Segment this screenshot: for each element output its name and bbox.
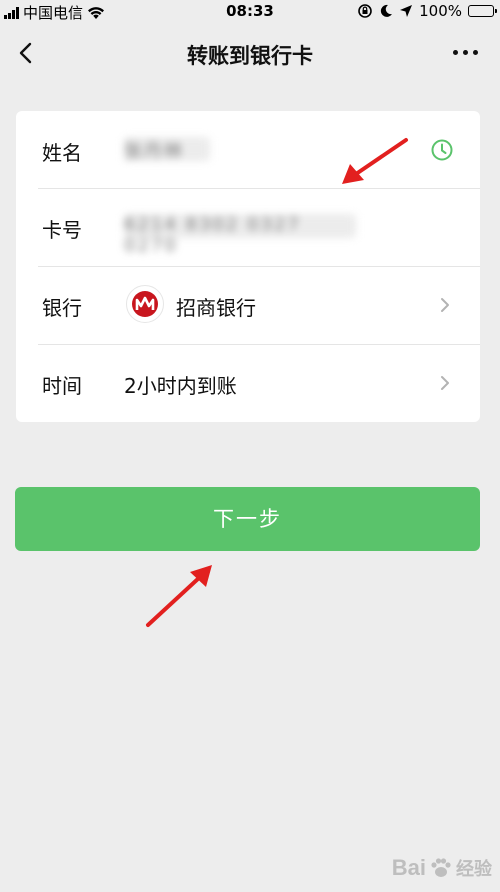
watermark-brand: Bai xyxy=(391,855,426,880)
next-step-button[interactable]: 下一步 xyxy=(15,487,480,551)
carrier-label: 中国电信 xyxy=(23,4,84,22)
battery-percent: 100% xyxy=(419,2,462,20)
watermark-suffix: 经验 xyxy=(456,859,492,879)
arrival-time-row[interactable]: 时间 2小时内到账 xyxy=(16,344,480,422)
bank-value: 招商银行 xyxy=(176,296,256,320)
chevron-right-icon xyxy=(441,298,449,312)
nav-bar: 转账到银行卡 xyxy=(0,22,500,84)
more-button[interactable] xyxy=(453,50,478,55)
more-dots-icon xyxy=(453,50,458,55)
annotation-arrow-icon xyxy=(146,565,212,627)
location-arrow-icon xyxy=(400,5,413,17)
name-row[interactable]: 姓名 张丹林 xyxy=(16,111,480,189)
card-number-label: 卡号 xyxy=(42,218,82,242)
chevron-right-icon xyxy=(441,376,449,390)
time-value: 2小时内到账 xyxy=(124,374,237,398)
chevron-left-icon xyxy=(19,42,32,64)
bank-label: 银行 xyxy=(42,296,82,320)
time-label: 时间 xyxy=(42,374,82,398)
name-value-blurred: 张丹林 xyxy=(124,137,210,162)
status-bar: 中国电信 08:33 100% xyxy=(0,0,500,22)
back-button[interactable] xyxy=(12,38,42,68)
status-left: 中国电信 xyxy=(4,2,105,23)
name-label: 姓名 xyxy=(42,141,82,165)
bank-row[interactable]: 银行 招商银行 xyxy=(16,266,480,344)
card-number-value-blurred: 6214 8302 0327 0270 xyxy=(124,214,356,256)
rotation-lock-icon xyxy=(358,4,372,18)
moon-icon xyxy=(380,4,393,17)
clock-icon[interactable] xyxy=(430,138,454,162)
cmb-bank-logo-icon xyxy=(126,285,164,323)
battery-icon xyxy=(468,5,497,17)
wifi-icon xyxy=(88,6,105,19)
status-right: 100% xyxy=(357,2,497,20)
signal-icon xyxy=(4,6,19,19)
page-title: 转账到银行卡 xyxy=(187,44,313,68)
watermark: Bai 经验 xyxy=(392,850,492,886)
card-number-row[interactable]: 卡号 6214 8302 0327 0270 xyxy=(16,188,480,266)
paw-icon xyxy=(431,858,451,877)
transfer-form-card: 姓名 张丹林 卡号 6214 8302 0327 0270 银行 招商银行 时间… xyxy=(16,111,480,422)
